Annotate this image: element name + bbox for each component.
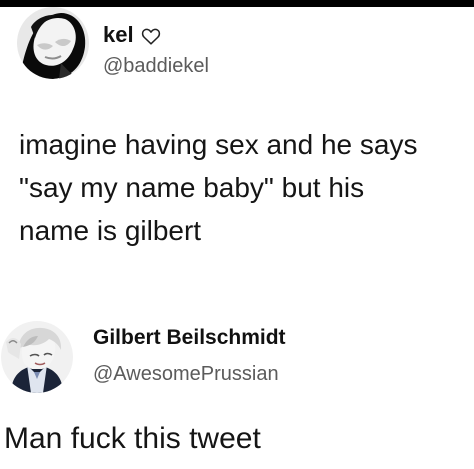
tweet-text: Man fuck this tweet — [4, 422, 261, 455]
avatar-image — [1, 321, 73, 393]
tweet-text-line: imagine having sex and he says — [19, 129, 418, 160]
tweet-text: imagine having sex and he says "say my n… — [19, 123, 467, 252]
tweet-text-line: "say my name baby" but his — [19, 172, 365, 203]
user-handle[interactable]: @baddiekel — [103, 54, 209, 78]
avatar[interactable] — [17, 7, 89, 79]
tweet-text-line: name is gilbert — [19, 215, 202, 246]
avatar[interactable] — [1, 321, 73, 393]
tweet-card: kel @baddiekel imagine having sex and he… — [0, 7, 474, 300]
user-handle[interactable]: @AwesomePrussian — [93, 362, 279, 386]
display-name[interactable]: kel — [103, 23, 161, 47]
heart-outline-icon — [141, 26, 161, 45]
display-name-text: kel — [103, 22, 134, 47]
tweet-card: Gilbert Beilschmidt @AwesomePrussian Man… — [0, 300, 474, 469]
display-name[interactable]: Gilbert Beilschmidt — [93, 326, 286, 350]
avatar-image — [17, 7, 89, 79]
top-edge-bar — [0, 0, 474, 7]
